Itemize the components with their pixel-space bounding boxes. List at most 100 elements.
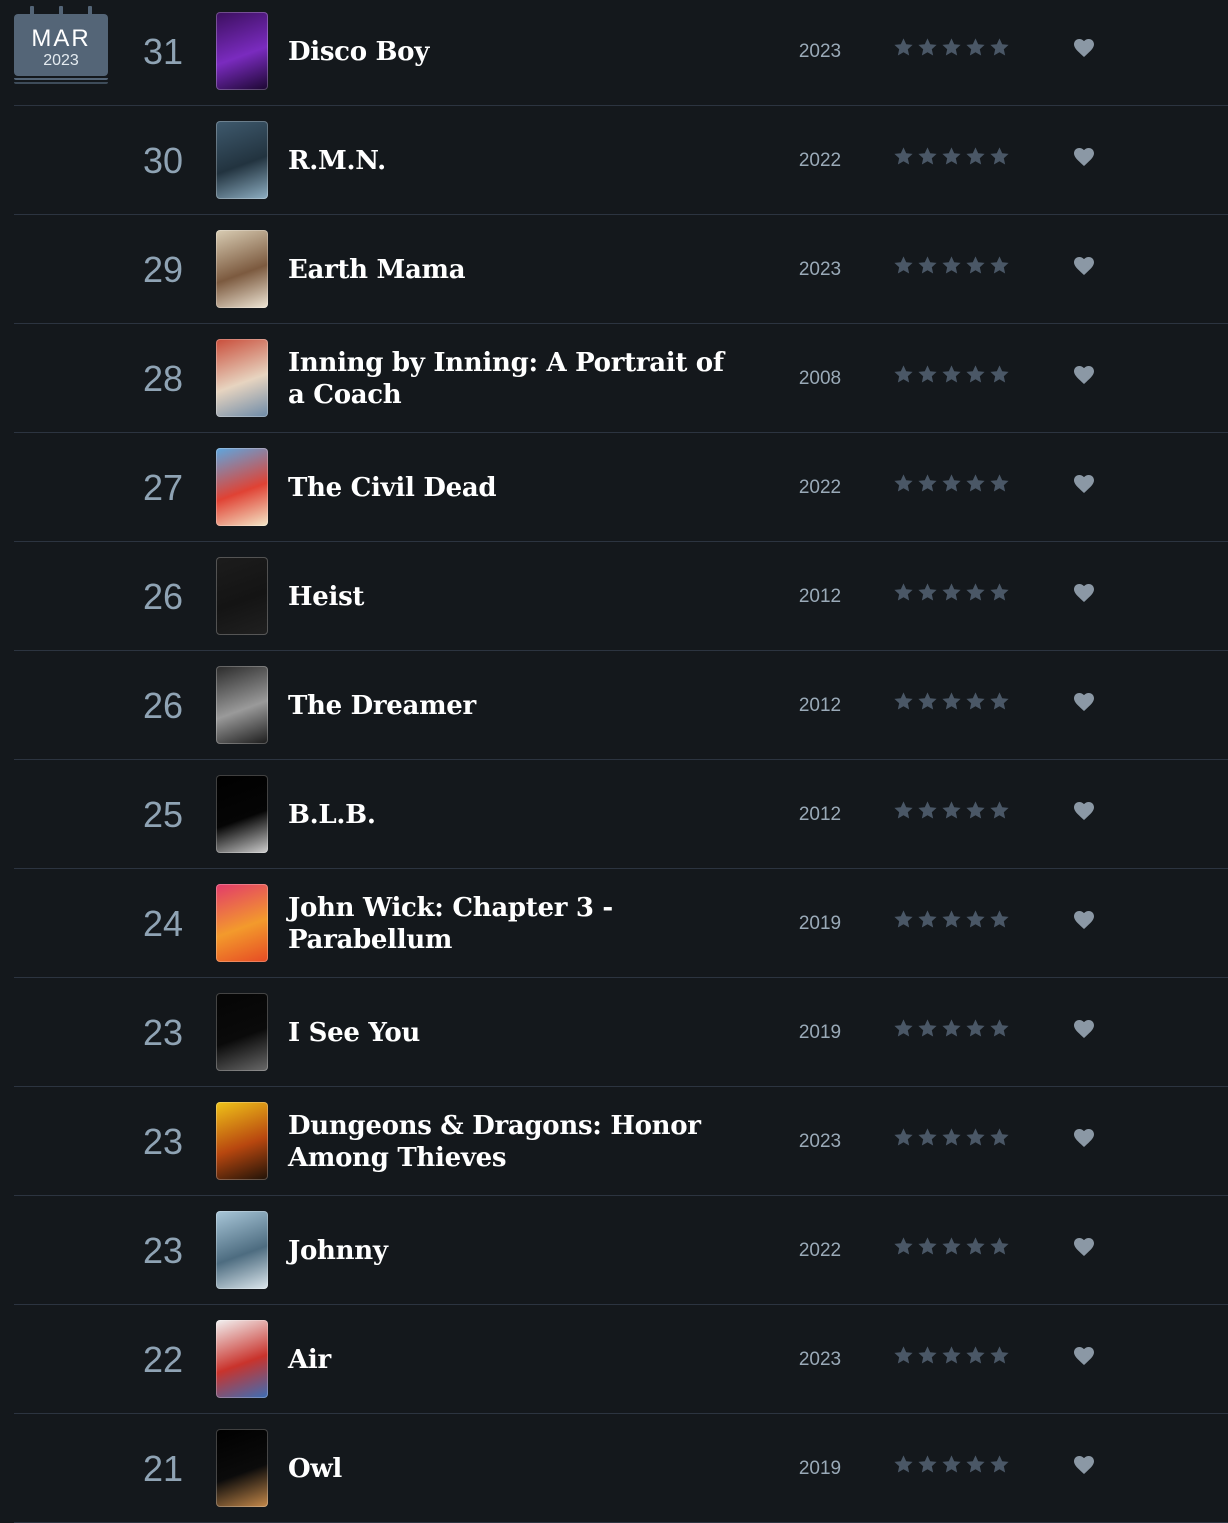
film-title[interactable]: John Wick: Chapter 3 - Parabellum [288, 892, 748, 956]
star-icon[interactable] [964, 581, 987, 604]
star-icon[interactable] [988, 472, 1011, 495]
heart-icon[interactable] [1072, 1235, 1096, 1259]
rating-stars[interactable] [892, 36, 1011, 64]
star-icon[interactable] [964, 908, 987, 931]
rating-stars[interactable] [892, 908, 1011, 936]
star-icon[interactable] [940, 1344, 963, 1367]
film-year[interactable]: 2023 [778, 216, 862, 324]
star-icon[interactable] [964, 1453, 987, 1476]
diary-entry-row[interactable]: 29 Earth Mama 2023 [14, 216, 1228, 324]
star-icon[interactable] [892, 581, 915, 604]
star-icon[interactable] [916, 581, 939, 604]
diary-entry-row[interactable]: 23 Johnny 2022 [14, 1197, 1228, 1305]
star-icon[interactable] [892, 690, 915, 713]
film-year[interactable]: 2012 [778, 652, 862, 760]
entry-day[interactable]: 27 [118, 434, 208, 542]
rating-stars[interactable] [892, 1017, 1011, 1045]
star-icon[interactable] [964, 799, 987, 822]
star-icon[interactable] [916, 145, 939, 168]
star-icon[interactable] [940, 799, 963, 822]
star-icon[interactable] [988, 1235, 1011, 1258]
star-icon[interactable] [964, 472, 987, 495]
star-icon[interactable] [940, 690, 963, 713]
film-poster[interactable] [216, 666, 268, 744]
star-icon[interactable] [916, 1453, 939, 1476]
heart-icon[interactable] [1072, 36, 1096, 60]
star-icon[interactable] [964, 690, 987, 713]
film-year[interactable]: 2019 [778, 979, 862, 1087]
star-icon[interactable] [916, 36, 939, 59]
film-year[interactable]: 2012 [778, 543, 862, 651]
diary-entry-row[interactable]: 31 Disco Boy 2023 [14, 0, 1228, 106]
star-icon[interactable] [916, 1344, 939, 1367]
film-year[interactable]: 2019 [778, 870, 862, 978]
film-year[interactable]: 2023 [778, 0, 862, 106]
star-icon[interactable] [940, 908, 963, 931]
film-poster[interactable] [216, 557, 268, 635]
heart-icon[interactable] [1072, 145, 1096, 169]
film-poster[interactable] [216, 1102, 268, 1180]
star-icon[interactable] [940, 472, 963, 495]
film-title[interactable]: B.L.B. [288, 799, 376, 831]
diary-entry-row[interactable]: 24 John Wick: Chapter 3 - Parabellum 201… [14, 870, 1228, 978]
star-icon[interactable] [916, 1235, 939, 1258]
star-icon[interactable] [988, 690, 1011, 713]
film-title[interactable]: Air [288, 1344, 331, 1376]
star-icon[interactable] [892, 472, 915, 495]
star-icon[interactable] [988, 1344, 1011, 1367]
star-icon[interactable] [916, 1017, 939, 1040]
diary-entry-row[interactable]: 26 The Dreamer 2012 [14, 652, 1228, 760]
heart-icon[interactable] [1072, 1126, 1096, 1150]
star-icon[interactable] [916, 799, 939, 822]
star-icon[interactable] [988, 36, 1011, 59]
film-title[interactable]: Heist [288, 581, 364, 613]
diary-entry-row[interactable]: 27 The Civil Dead 2022 [14, 434, 1228, 542]
film-year[interactable]: 2022 [778, 434, 862, 542]
star-icon[interactable] [988, 908, 1011, 931]
diary-entry-row[interactable]: 23 Dungeons & Dragons: Honor Among Thiev… [14, 1088, 1228, 1196]
star-icon[interactable] [892, 1017, 915, 1040]
rating-stars[interactable] [892, 799, 1011, 827]
star-icon[interactable] [892, 363, 915, 386]
film-year[interactable]: 2019 [778, 1415, 862, 1523]
heart-icon[interactable] [1072, 908, 1096, 932]
star-icon[interactable] [940, 363, 963, 386]
film-year[interactable]: 2012 [778, 761, 862, 869]
star-icon[interactable] [892, 1344, 915, 1367]
star-icon[interactable] [940, 254, 963, 277]
rating-stars[interactable] [892, 1453, 1011, 1481]
star-icon[interactable] [940, 581, 963, 604]
entry-day[interactable]: 28 [118, 325, 208, 433]
entry-day[interactable]: 23 [118, 1088, 208, 1196]
entry-day[interactable]: 26 [118, 652, 208, 760]
diary-entry-row[interactable]: 23 I See You 2019 [14, 979, 1228, 1087]
star-icon[interactable] [964, 1344, 987, 1367]
entry-day[interactable]: 21 [118, 1415, 208, 1523]
star-icon[interactable] [892, 1235, 915, 1258]
star-icon[interactable] [988, 581, 1011, 604]
star-icon[interactable] [940, 145, 963, 168]
heart-icon[interactable] [1072, 1017, 1096, 1041]
entry-day[interactable]: 22 [118, 1306, 208, 1414]
star-icon[interactable] [892, 145, 915, 168]
rating-stars[interactable] [892, 1126, 1011, 1154]
film-poster[interactable] [216, 1320, 268, 1398]
diary-entry-row[interactable]: 22 Air 2023 [14, 1306, 1228, 1414]
film-title[interactable]: Disco Boy [288, 36, 429, 68]
film-poster[interactable] [216, 230, 268, 308]
star-icon[interactable] [916, 690, 939, 713]
entry-day[interactable]: 24 [118, 870, 208, 978]
diary-entry-row[interactable]: 28 Inning by Inning: A Portrait of a Coa… [14, 325, 1228, 433]
heart-icon[interactable] [1072, 472, 1096, 496]
star-icon[interactable] [964, 254, 987, 277]
star-icon[interactable] [940, 1017, 963, 1040]
star-icon[interactable] [988, 254, 1011, 277]
film-poster[interactable] [216, 12, 268, 90]
star-icon[interactable] [892, 799, 915, 822]
star-icon[interactable] [988, 1453, 1011, 1476]
heart-icon[interactable] [1072, 799, 1096, 823]
star-icon[interactable] [940, 1235, 963, 1258]
star-icon[interactable] [964, 1017, 987, 1040]
film-title[interactable]: The Dreamer [288, 690, 476, 722]
star-icon[interactable] [988, 145, 1011, 168]
